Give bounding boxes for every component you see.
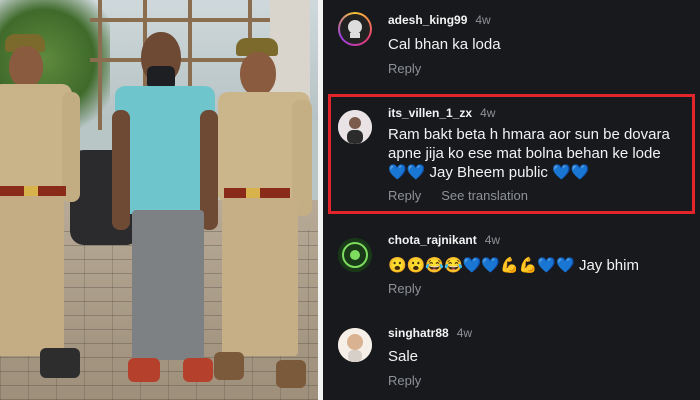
user-avatar[interactable]	[338, 12, 372, 46]
comment-timestamp: 4w	[475, 13, 491, 27]
comment-text: Cal bhan ka loda	[388, 36, 501, 53]
user-avatar[interactable]	[338, 110, 372, 144]
comment-timestamp: 4w	[480, 106, 496, 120]
blue-heart-icon: 💙💙	[388, 164, 426, 181]
comment-username[interactable]: adesh_king99 4w	[388, 13, 491, 27]
comment-text: Ram bakt beta h hmara aor sun be dovara …	[388, 125, 688, 182]
reply-button[interactable]: Reply	[388, 188, 421, 203]
comment-actions: Reply See translation	[388, 188, 548, 203]
user-avatar[interactable]	[338, 238, 372, 272]
see-translation-button[interactable]: See translation	[441, 188, 528, 203]
comment-actions: Reply	[388, 61, 441, 76]
comment-text: Sale	[388, 348, 419, 365]
blue-heart-icon: 💙💙	[552, 164, 590, 181]
comment-username[interactable]: its_villen_1_zx 4w	[388, 106, 495, 120]
avatar-emblem-icon	[338, 238, 372, 272]
comment-line-2: apne jija ko ese mat bolna behan ke lode	[388, 145, 661, 162]
comment-username[interactable]: chota_rajnikant 4w	[388, 233, 500, 247]
comment-line-1: Ram bakt beta h hmara aor sun be dovara	[388, 126, 670, 143]
comment-text: 😮😮😂😂💙💙💪💪💙💙 Jay bhim	[388, 257, 639, 274]
comment-timestamp: 4w	[456, 326, 473, 340]
comment-line-3: 💙💙 Jay Bheem public 💙💙	[388, 164, 590, 181]
comment-actions: Reply	[388, 373, 441, 388]
reply-button[interactable]: Reply	[388, 373, 421, 388]
avatar-face-icon	[338, 328, 372, 362]
reply-button[interactable]: Reply	[388, 61, 421, 76]
avatar-person-icon	[338, 110, 372, 144]
screenshot-frame: adesh_king99 4w Cal bhan ka loda Reply it…	[0, 0, 700, 400]
comment-username[interactable]: singhatr88 4w	[388, 326, 472, 340]
comments-panel: adesh_king99 4w Cal bhan ka loda Reply it…	[323, 0, 700, 400]
avatar-skull-icon	[340, 14, 370, 44]
user-avatar[interactable]	[338, 328, 372, 362]
reply-button[interactable]: Reply	[388, 281, 421, 296]
emoji-sequence: 😮😮😂😂💙💙💪💪💙💙	[388, 257, 575, 274]
comment-actions: Reply	[388, 281, 441, 296]
comment-timestamp: 4w	[484, 233, 501, 247]
news-photo	[0, 0, 318, 400]
